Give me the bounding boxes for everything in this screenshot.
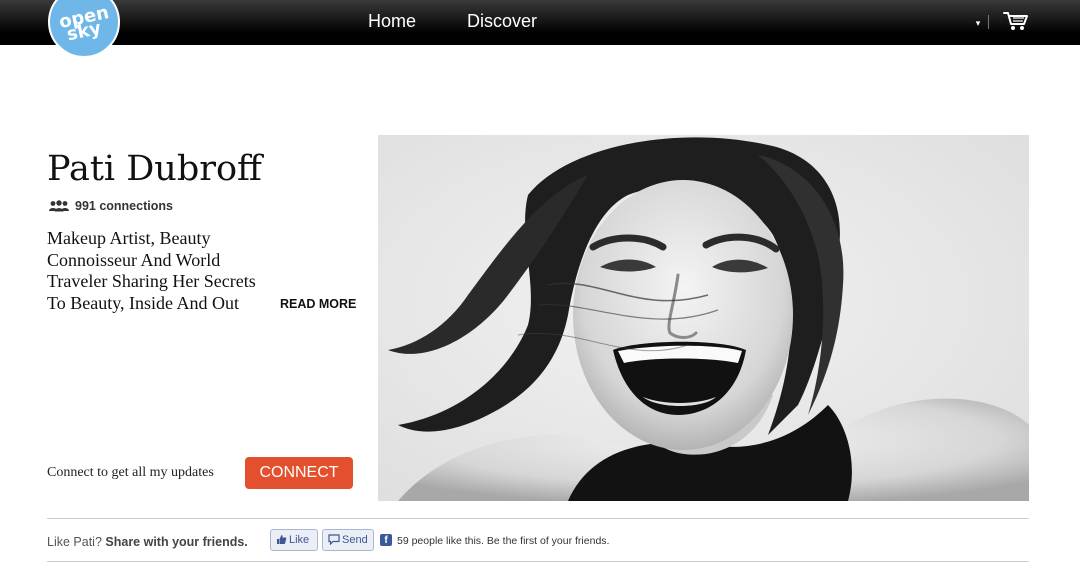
share-bottom-divider (47, 561, 1029, 562)
shopping-cart-icon[interactable] (1003, 10, 1029, 32)
facebook-like-count: 59 people like this. Be the first of you… (397, 535, 610, 547)
facebook-send-button[interactable]: Send (322, 529, 374, 551)
connections-text: 991 connections (75, 199, 173, 213)
facebook-like-label: Like (289, 534, 310, 546)
account-dropdown-caret-icon[interactable]: ▾ (971, 16, 985, 30)
top-nav-bar: Home Discover ▾ (0, 0, 1080, 45)
read-more-link[interactable]: READ MORE (280, 297, 356, 311)
speech-bubble-icon (328, 534, 340, 546)
share-prompt-lead: Like Pati? (47, 535, 102, 549)
connect-note: Connect to get all my updates (47, 465, 214, 480)
people-icon (49, 200, 69, 212)
facebook-like-button[interactable]: Like (270, 529, 318, 551)
profile-hero-photo (378, 135, 1029, 501)
connections-count[interactable]: 991 connections (48, 199, 173, 213)
share-top-divider (47, 518, 1029, 519)
nav-home-link[interactable]: Home (368, 11, 416, 32)
opensky-logo[interactable]: open sky (48, 0, 120, 58)
share-prompt-bold: Share with your friends. (105, 535, 248, 549)
share-prompt: Like Pati? Share with your friends. (47, 535, 248, 549)
thumbs-up-icon (277, 535, 287, 544)
facebook-send-label: Send (342, 534, 368, 546)
connect-button[interactable]: CONNECT (245, 457, 353, 489)
nav-divider (988, 15, 989, 29)
nav-discover-link[interactable]: Discover (467, 11, 537, 32)
profile-bio: Makeup Artist, Beauty Connoisseur And Wo… (47, 228, 256, 313)
facebook-logo-icon: f (380, 534, 392, 546)
profile-name: Pati Dubroff (47, 149, 262, 189)
